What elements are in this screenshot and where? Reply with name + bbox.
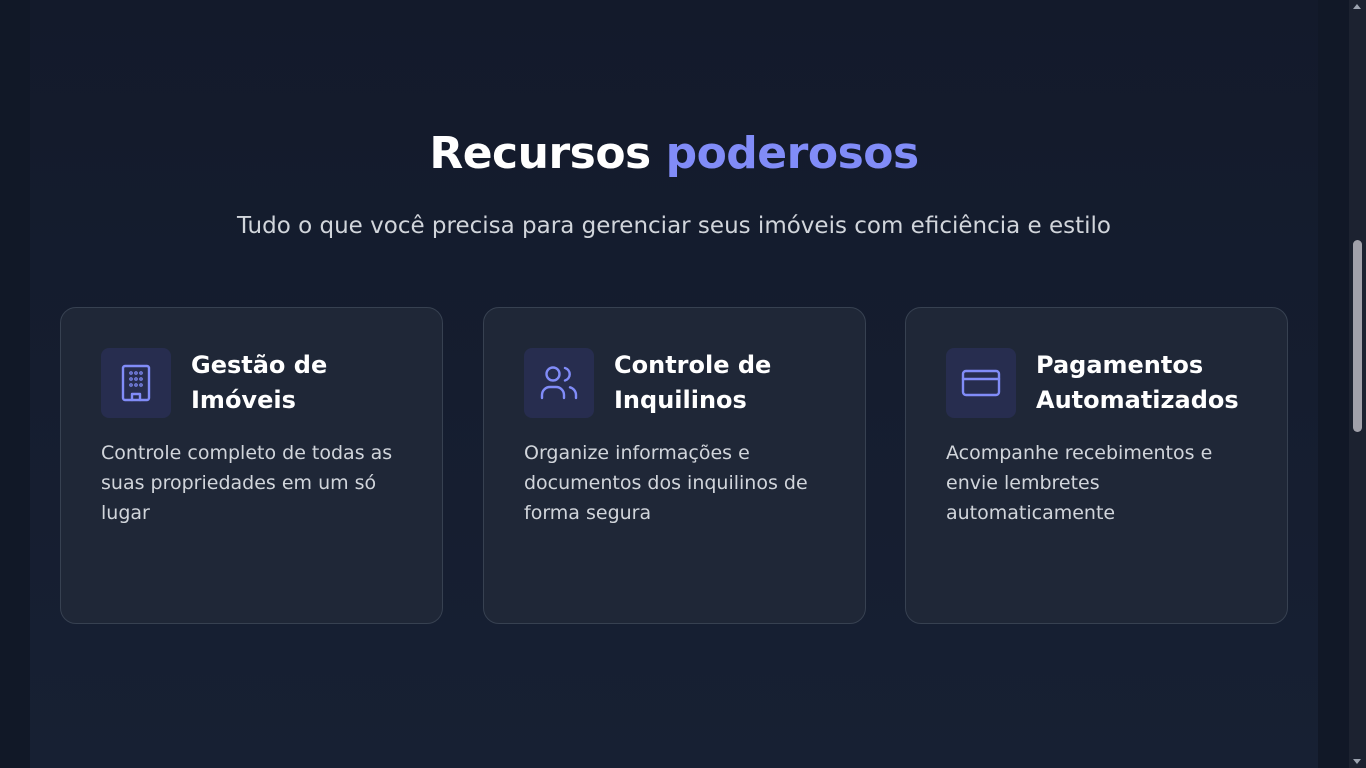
feature-description: Controle completo de todas as suas propr…	[101, 442, 393, 524]
section-subtitle: Tudo o que você precisa para gerenciar s…	[237, 213, 1111, 239]
section-title: Recursos poderosos	[30, 128, 1318, 179]
scroll-down-arrow-icon[interactable]	[1353, 759, 1361, 764]
feature-title: Controle de Inquilinos	[614, 351, 772, 414]
scrollbar-thumb[interactable]	[1353, 240, 1362, 432]
feature-icon-box	[101, 348, 171, 418]
scroll-up-arrow-icon[interactable]	[1353, 4, 1361, 9]
credit-card-icon	[961, 368, 1001, 398]
feature-title: Pagamentos Automatizados	[1036, 351, 1239, 414]
vertical-scrollbar[interactable]	[1349, 0, 1366, 768]
feature-icon-box	[946, 348, 1016, 418]
feature-card-tenant-control: Controle de Inquilinos Organize informaç…	[483, 307, 866, 624]
feature-description: Acompanhe recebimentos e envie lembretes…	[946, 442, 1213, 524]
feature-icon-box	[524, 348, 594, 418]
section-title-accent: poderosos	[665, 128, 920, 179]
feature-title: Gestão de Imóveis	[191, 351, 328, 414]
feature-description: Organize informações e documentos dos in…	[524, 442, 808, 524]
page: Recursos poderosos Tudo o que você preci…	[0, 0, 1366, 768]
feature-card-automated-payments: Pagamentos Automatizados Acompanhe receb…	[905, 307, 1288, 624]
section-title-main: Recursos	[429, 128, 651, 179]
users-icon	[539, 364, 579, 402]
feature-card-property-management: Gestão de Imóveis Controle completo de t…	[60, 307, 443, 624]
building-icon	[119, 363, 153, 403]
features-section: Recursos poderosos Tudo o que você preci…	[30, 0, 1318, 768]
